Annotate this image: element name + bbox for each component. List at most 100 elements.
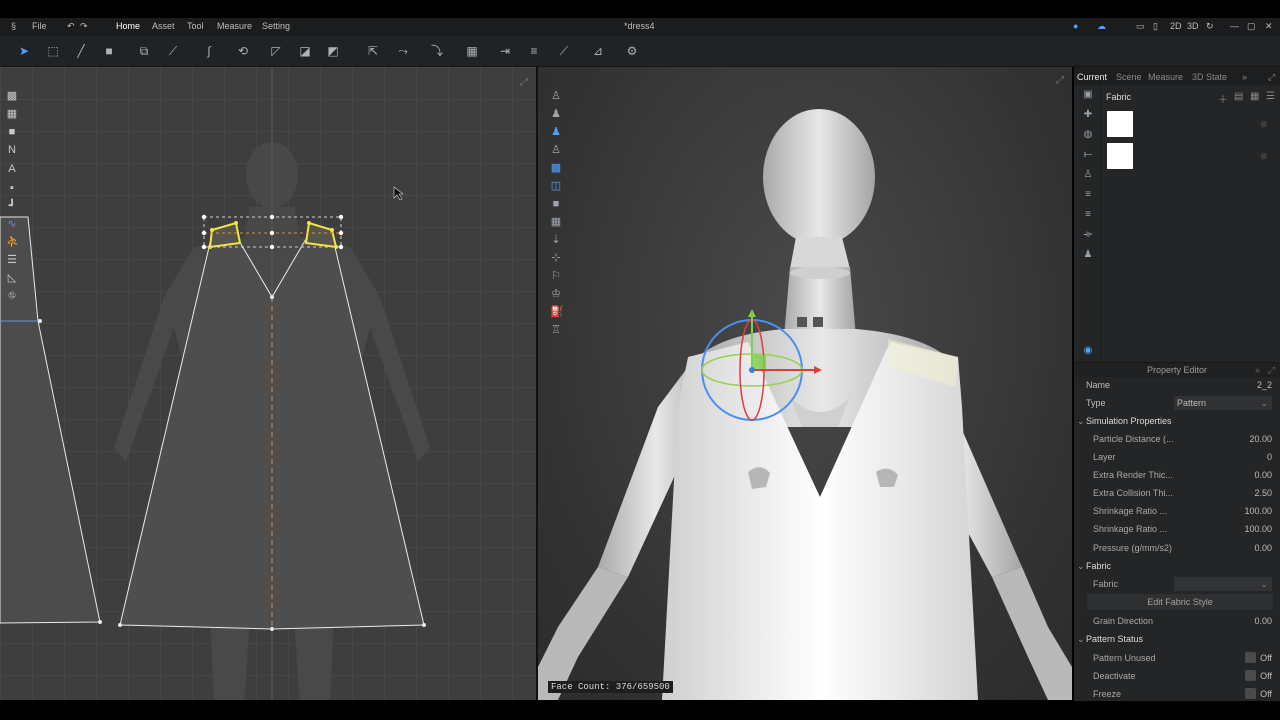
arrangement-icon[interactable]: ⚐: [550, 270, 562, 282]
menu-asset[interactable]: Asset: [152, 21, 175, 31]
close-icon[interactable]: ✕: [1265, 21, 1273, 32]
topstitch-category-icon[interactable]: ♙: [1082, 169, 1094, 181]
trace-tool-icon[interactable]: ◩: [326, 44, 340, 58]
fabric-swatch-2[interactable]: [1107, 143, 1133, 169]
x-ray-icon[interactable]: ♟: [550, 126, 562, 138]
add-fabric-icon[interactable]: ＋: [1218, 91, 1228, 106]
split-view-icon[interactable]: ▯: [1153, 21, 1158, 32]
annotation-icon[interactable]: A: [6, 163, 18, 175]
sew-line-icon[interactable]: ∿: [6, 218, 18, 230]
fabric-view-icon[interactable]: ◫: [550, 180, 562, 192]
fold-tool-icon[interactable]: ≡: [527, 44, 541, 58]
sim-section[interactable]: ⌄ Simulation Properties: [1074, 413, 1280, 429]
texture-display-icon[interactable]: ▩: [550, 162, 562, 174]
select-tool-icon[interactable]: ➤: [17, 44, 31, 58]
expand-view-icon[interactable]: ⤢: [520, 77, 528, 88]
avatar-display-icon[interactable]: ♙: [550, 90, 562, 102]
sewing-tool-icon[interactable]: ⇱: [366, 44, 380, 58]
type-select[interactable]: Pattern ⌄: [1174, 396, 1272, 410]
checker-icon[interactable]: ▩: [6, 90, 18, 102]
name-value[interactable]: 2_2: [1257, 380, 1272, 390]
list-view-icon[interactable]: ☰: [1266, 91, 1275, 102]
redo-icon[interactable]: ↷: [80, 21, 88, 32]
transform-tool-icon[interactable]: ⬚: [46, 44, 60, 58]
view-2d-button[interactable]: 2D: [1170, 21, 1182, 31]
buttonhole-category-icon[interactable]: ◍: [1082, 129, 1094, 141]
pin-tool-icon[interactable]: ⇥: [498, 44, 512, 58]
pen-tool-icon[interactable]: ╱: [74, 44, 88, 58]
menu-tool[interactable]: Tool: [187, 21, 204, 31]
shirt-icon[interactable]: ♔: [550, 288, 562, 300]
grid-view-icon[interactable]: ▦: [1250, 91, 1259, 102]
grid-icon[interactable]: ▦: [6, 108, 18, 120]
menu-file[interactable]: File: [32, 21, 47, 31]
collapse-icon[interactable]: »: [1242, 72, 1247, 82]
avatar-render[interactable]: [538, 67, 1072, 700]
pattern-window-2d[interactable]: ⤢: [0, 67, 536, 700]
view-3d-button[interactable]: 3D: [1187, 21, 1199, 31]
menu-setting[interactable]: Setting: [262, 21, 290, 31]
measure-display-icon[interactable]: ⊹: [550, 252, 562, 264]
deactivate-checkbox[interactable]: [1245, 670, 1256, 681]
minimize-icon[interactable]: —: [1230, 21, 1239, 31]
tab-current[interactable]: Current: [1077, 72, 1107, 82]
mesh-view-icon[interactable]: ▦: [550, 216, 562, 228]
ruler-tool-icon[interactable]: ⊿: [591, 44, 605, 58]
avatar-view-icon[interactable]: ⛹: [6, 236, 20, 248]
info-category-icon[interactable]: ◉: [1082, 345, 1094, 357]
trim-category-icon[interactable]: ≡: [1082, 189, 1094, 201]
pattern-canvas[interactable]: [0, 67, 536, 700]
piece-icon[interactable]: ▪: [6, 182, 18, 194]
garment-display-icon[interactable]: ♟: [550, 108, 562, 120]
curve-tool-icon[interactable]: ⟋: [166, 44, 180, 58]
collapse-editor-icon[interactable]: »: [1255, 365, 1260, 375]
tab-3d-state[interactable]: 3D State: [1192, 72, 1227, 82]
button-category-icon[interactable]: ✚: [1082, 109, 1094, 121]
edit-fabric-style-button[interactable]: Edit Fabric Style: [1087, 594, 1273, 610]
free-sew-icon[interactable]: ⤵: [430, 44, 444, 58]
weld-category-icon[interactable]: ♟: [1082, 249, 1094, 261]
rectangle-tool-icon[interactable]: ■: [102, 44, 116, 58]
measure-line-icon[interactable]: ⟋: [557, 44, 571, 58]
delete-fabric-icon[interactable]: ▤: [1234, 91, 1243, 102]
tab-measure[interactable]: Measure: [1148, 72, 1183, 82]
menu-measure[interactable]: Measure: [217, 21, 252, 31]
menu-home[interactable]: Home: [116, 21, 140, 31]
app-logo-icon[interactable]: §: [11, 21, 16, 31]
layer-icon[interactable]: ☰: [6, 254, 18, 266]
zipper-category-icon[interactable]: ⟝: [1082, 149, 1094, 161]
cloud-icon[interactable]: ☁: [1097, 21, 1106, 32]
elastic-category-icon[interactable]: ⟛: [1082, 229, 1094, 241]
freeze-checkbox[interactable]: [1245, 688, 1256, 699]
bezier-tool-icon[interactable]: ∫: [202, 44, 216, 58]
viewport-3d[interactable]: ⤢: [538, 67, 1072, 700]
pants-icon[interactable]: ♖: [550, 324, 562, 336]
dart-tool-icon[interactable]: ◸: [269, 44, 283, 58]
texture-icon[interactable]: ■: [6, 126, 18, 138]
piping-category-icon[interactable]: ≡: [1082, 209, 1094, 221]
hanger-icon[interactable]: ⛽: [550, 306, 564, 318]
shape-icon[interactable]: ◺: [6, 272, 18, 284]
segment-sew-icon[interactable]: ⤳: [396, 44, 410, 58]
notch-tool-icon[interactable]: ◪: [298, 44, 312, 58]
edit-pattern-icon[interactable]: ⧉: [137, 44, 151, 58]
stress-map-icon[interactable]: ⇣: [550, 234, 562, 246]
grid-tool-icon[interactable]: ▦: [465, 44, 479, 58]
fabric-section[interactable]: ⌄ Fabric: [1074, 558, 1280, 574]
internal-line-icon[interactable]: ⟲: [236, 44, 250, 58]
fabric-category-icon[interactable]: ▣: [1082, 89, 1094, 101]
normal-icon[interactable]: N: [6, 144, 18, 156]
solid-view-icon[interactable]: ■: [550, 198, 562, 210]
seam-icon[interactable]: ┛: [6, 200, 18, 212]
maximize-icon[interactable]: ▢: [1247, 21, 1256, 32]
pose-icon[interactable]: ⛗: [6, 290, 18, 302]
expand-3d-icon[interactable]: ⤢: [1056, 75, 1064, 86]
undock-editor-icon[interactable]: ⤢: [1268, 365, 1275, 376]
sync-icon[interactable]: ●: [1073, 21, 1078, 31]
swatch-option-icon-2[interactable]: ⊗: [1260, 151, 1268, 162]
settings-gear-icon[interactable]: ⚙: [625, 44, 639, 58]
swatch-option-icon[interactable]: ⊗: [1260, 119, 1268, 130]
tab-scene[interactable]: Scene: [1116, 72, 1142, 82]
pin-panel-icon[interactable]: ⤢: [1268, 72, 1275, 83]
pose-display-icon[interactable]: ♙: [550, 144, 562, 156]
